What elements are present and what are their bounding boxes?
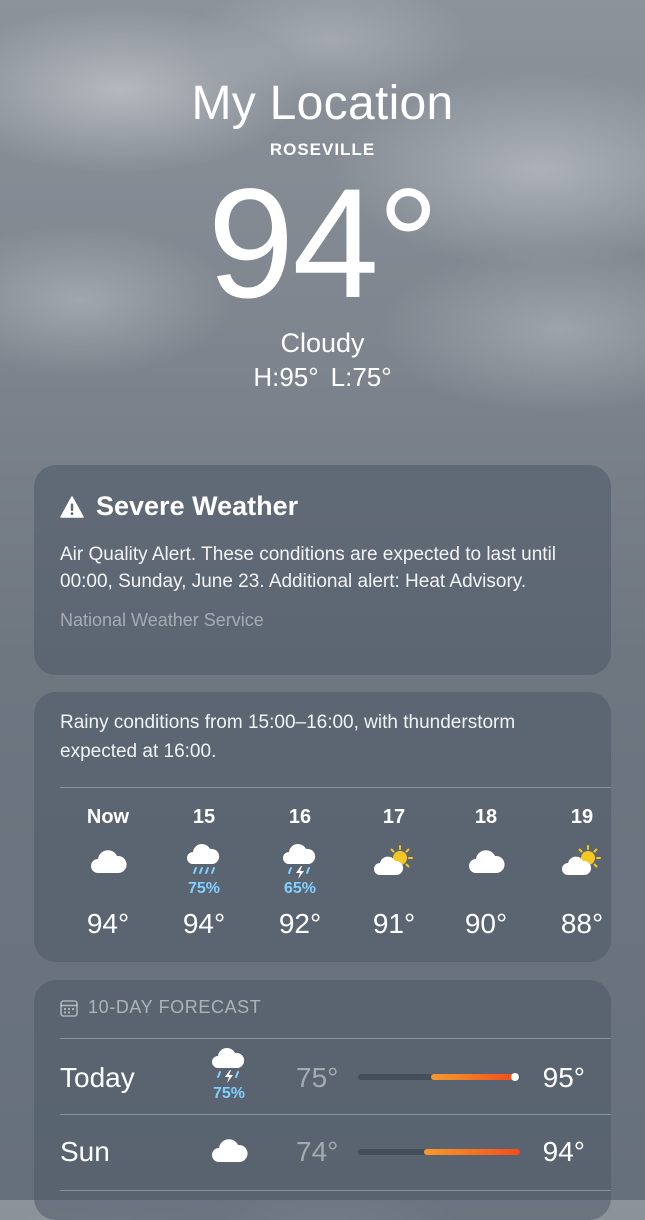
precip-chance [446, 880, 526, 898]
partly-sunny-icon [562, 845, 601, 875]
hour-label: 15 [192, 806, 216, 828]
forecast-header-label: 10-DAY FORECAST [88, 997, 262, 1017]
location-title: My Location [191, 77, 454, 130]
low-temp: L:75° [330, 362, 392, 392]
forecast-row-today[interactable]: Today 75% 75° 95° [34, 1040, 611, 1116]
forecast-low: 75° [296, 1062, 339, 1093]
hourly-summary: Rainy conditions from 15:00–16:00, with … [60, 712, 516, 762]
hourly-list[interactable]: Now 94° 15 75% 94° 16 65% 92° 17 91° 18 … [56, 806, 603, 946]
severe-weather-card[interactable]: Severe Weather Air Quality Alert. These … [34, 465, 611, 675]
cloud-rain-icon [187, 844, 220, 874]
forecast-day: Sun [60, 1136, 110, 1167]
cloud-icon [91, 850, 127, 873]
temperature-range-fill [424, 1149, 520, 1155]
alert-heading: Severe Weather [60, 491, 585, 522]
forecast-header: 10-DAY FORECAST [60, 997, 261, 1018]
precip-chance: 65% [283, 880, 317, 897]
warning-icon [60, 495, 84, 518]
hour-temp: 94° [182, 908, 226, 939]
temperature-range-fill [430, 1074, 516, 1080]
precip-chance [68, 880, 148, 898]
high-low: H:95° L:75° [0, 362, 645, 393]
divider [60, 1114, 611, 1115]
alert-source: National Weather Service [60, 610, 264, 630]
forecast-high: 95° [542, 1062, 585, 1093]
precip-chance: 75% [187, 880, 221, 897]
forecast-weather [194, 1136, 264, 1171]
precip-chance [542, 880, 622, 898]
hour-label: Now [86, 806, 130, 828]
hour-temp: 94° [86, 908, 130, 939]
hour-label: 19 [570, 806, 594, 828]
forecast-row-sun[interactable]: Sun 74° 94° [34, 1116, 611, 1192]
hour-temp: 88° [560, 908, 604, 939]
current-temperature: 94° [207, 157, 440, 331]
cloud-thunderstorm-icon [283, 844, 316, 879]
hour-item: 17 91° [354, 806, 434, 940]
temperature-range-bar [358, 1073, 520, 1081]
hourly-forecast-card[interactable]: Rainy conditions from 15:00–16:00, with … [34, 692, 611, 962]
divider [60, 787, 611, 788]
cloud-icon [469, 850, 505, 873]
hour-item: 18 90° [446, 806, 526, 940]
cloud-thunderstorm-icon [212, 1048, 245, 1083]
forecast-high: 94° [542, 1136, 585, 1167]
divider [60, 1038, 611, 1039]
precip-chance: 75% [212, 1085, 246, 1102]
partly-sunny-icon [374, 845, 413, 875]
hour-item: 15 75% 94° [164, 806, 244, 940]
divider [60, 1190, 611, 1191]
hour-temp: 91° [372, 908, 416, 939]
forecast-weather: 75% [194, 1048, 264, 1103]
hour-temp: 90° [464, 908, 508, 939]
hour-temp: 92° [278, 908, 322, 939]
hour-label: 18 [474, 806, 498, 828]
temperature-range-bar [358, 1149, 520, 1155]
hour-item: Now 94° [68, 806, 148, 940]
forecast-low: 74° [296, 1136, 339, 1167]
cloud-icon [212, 1139, 248, 1162]
hour-item: 16 65% 92° [260, 806, 340, 940]
hour-item: 19 88° [542, 806, 622, 940]
precip-chance [354, 880, 434, 898]
alert-body: Air Quality Alert. These conditions are … [60, 544, 557, 592]
alert-title: Severe Weather [96, 491, 299, 521]
current-temp-marker [511, 1073, 520, 1081]
high-temp: H:95° [253, 362, 319, 392]
forecast-day: Today [60, 1062, 135, 1093]
current-condition: Cloudy [280, 328, 365, 358]
hour-label: 17 [382, 806, 406, 828]
calendar-icon [60, 999, 78, 1017]
hour-label: 16 [288, 806, 312, 828]
